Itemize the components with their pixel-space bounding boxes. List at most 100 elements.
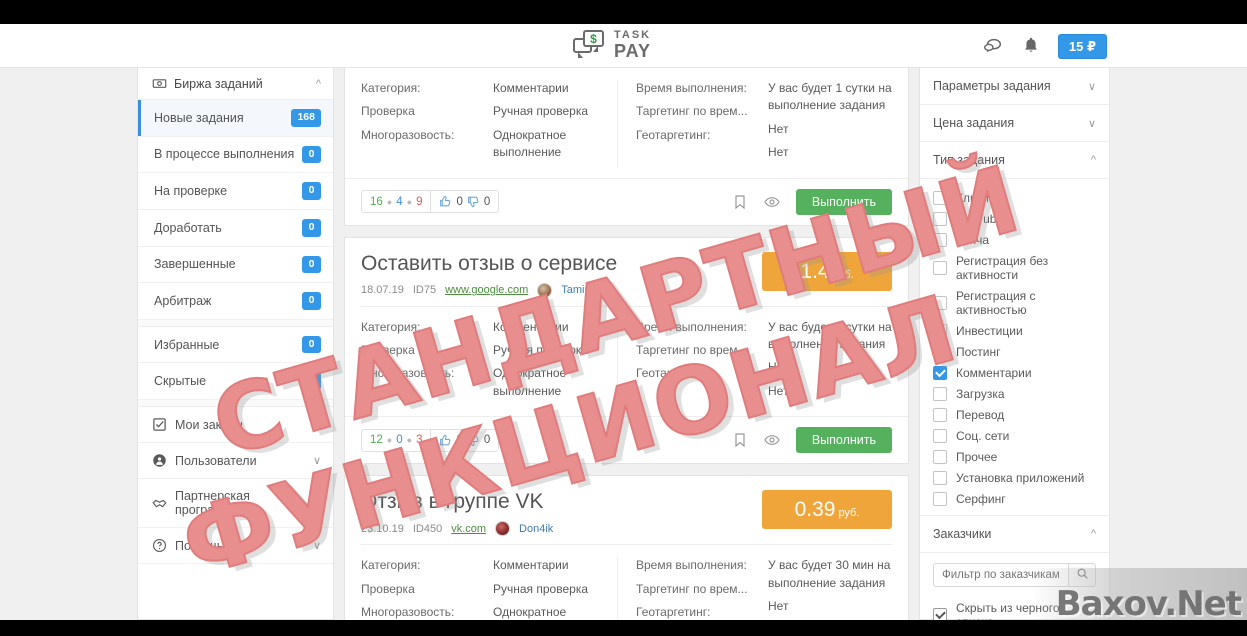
sidebar-item-label: Мои заказы <box>175 417 243 432</box>
sidebar-item-rework[interactable]: Доработать 0 <box>138 210 333 247</box>
filter-option-captcha[interactable]: Капча <box>933 229 1096 250</box>
task-card[interactable]: Отзыв в группе VK 23.10.19 ID450 vk.com … <box>344 475 909 620</box>
checkbox-icon[interactable] <box>933 295 947 310</box>
checkbox-icon[interactable] <box>933 407 947 422</box>
filter-option-investments[interactable]: Инвестиции <box>933 320 1096 341</box>
filter-option-label: Постинг <box>956 344 1001 359</box>
task-site-link[interactable]: vk.com <box>451 523 486 535</box>
checkbox-icon[interactable] <box>933 344 947 359</box>
eye-icon[interactable] <box>764 432 780 448</box>
sidebar-item-my-orders[interactable]: Мои заказы ∨ <box>138 407 333 444</box>
task-author[interactable]: Tamise88 <box>561 284 608 296</box>
thumbs-up-icon <box>439 195 452 208</box>
task-card[interactable]: Категория: Проверка Многоразовость: Комм… <box>344 68 909 226</box>
sidebar-item-on-review[interactable]: На проверке 0 <box>138 173 333 210</box>
filter-option-label: Инвестиции <box>956 323 1023 338</box>
filter-section-customers[interactable]: Заказчики ^ <box>920 515 1109 553</box>
task-site-link[interactable]: www.google.com <box>445 284 528 296</box>
task-card[interactable]: Оставить отзыв о сервисе 18.07.19 ID75 w… <box>344 236 909 465</box>
sidebar-item-help[interactable]: Помощь ∨ <box>138 528 333 565</box>
label-time: Время выполнения: <box>636 81 747 95</box>
bookmark-icon[interactable] <box>732 432 748 448</box>
sidebar-group-exchange[interactable]: Биржа заданий ^ <box>138 68 333 100</box>
sidebar-item-affiliate[interactable]: Партнерская программа ∨ <box>138 479 333 529</box>
filter-option-app-install[interactable]: Установка приложений <box>933 467 1096 488</box>
letterbox-top <box>0 0 1247 24</box>
price-currency: руб. <box>838 507 860 520</box>
sidebar-divider <box>138 400 333 408</box>
sidebar-item-completed[interactable]: Завершенные 0 <box>138 247 333 284</box>
sidebar-item-favorites[interactable]: Избранные 0 <box>138 327 333 364</box>
checkbox-icon[interactable] <box>933 386 947 401</box>
filter-option-surfing[interactable]: Серфинг <box>933 488 1096 509</box>
checkbox-icon[interactable] <box>933 260 947 275</box>
sidebar-item-new-tasks[interactable]: Новые задания 168 <box>138 100 333 137</box>
detail-keys: Категория: Проверка Многоразовость: <box>361 319 493 407</box>
balance-badge[interactable]: 15 ₽ <box>1057 33 1107 59</box>
filter-option-label: Перевод <box>956 407 1005 422</box>
value-repeat: Однократное выполнение <box>493 127 567 160</box>
checkbox-icon[interactable] <box>933 190 947 205</box>
stat-red: 3 <box>416 434 423 447</box>
filter-option-posting[interactable]: Постинг <box>933 341 1096 362</box>
task-author[interactable]: Don4ik <box>519 523 553 535</box>
chevron-down-icon: ∨ <box>312 419 321 432</box>
filter-option-registration-no-activity[interactable]: Регистрация без активности <box>933 250 1096 285</box>
task-votes[interactable]: 0 0 <box>430 429 498 451</box>
task-details: Категория: Проверка Многоразовость: Комм… <box>345 68 908 178</box>
sidebar-item-hidden[interactable]: Скрытые 0 <box>138 363 333 401</box>
checkbox-icon[interactable] <box>933 491 947 506</box>
label-time-target: Таргетинг по врем... <box>636 104 748 119</box>
checkbox-icon[interactable] <box>933 607 947 620</box>
sidebar-item-label: Помощь <box>175 538 224 553</box>
filter-option-translation[interactable]: Перевод <box>933 404 1096 425</box>
chevron-down-icon: ∨ <box>312 455 321 468</box>
filter-section-label: Тип задания <box>933 153 1005 167</box>
sidebar-item-count: 168 <box>291 109 321 127</box>
sidebar-item-users[interactable]: Пользователи ∨ <box>138 443 333 480</box>
do-task-button[interactable]: Выполнить <box>795 427 892 454</box>
checkbox-icon[interactable] <box>933 365 947 380</box>
label-time-target: Таргетинг по врем... <box>636 343 748 358</box>
task-price: 1.4 руб. <box>762 251 892 291</box>
task-price: 0.39 руб. <box>762 490 892 530</box>
filter-option-youtube[interactable]: YouTube <box>933 208 1096 229</box>
task-details-right: Время выполнения: Таргетинг по врем... Г… <box>617 318 892 407</box>
checkbox-icon[interactable] <box>933 428 947 443</box>
filters-sidebar: Параметры задания ∨ Цена задания ∨ Тип з… <box>919 68 1110 620</box>
filter-option-label: Капча <box>956 232 990 247</box>
do-task-button[interactable]: Выполнить <box>795 188 892 215</box>
filter-section-params[interactable]: Параметры задания ∨ <box>920 68 1109 105</box>
filter-option-registration-with-activity[interactable]: Регистрация с активностью <box>933 285 1096 320</box>
bookmark-icon[interactable] <box>732 194 748 210</box>
value-check: Ручная проверка <box>493 581 589 596</box>
filter-option-clicks[interactable]: Клики <box>933 187 1096 208</box>
checkbox-icon[interactable] <box>933 232 947 247</box>
sidebar-item-count: 0 <box>302 218 321 237</box>
bell-icon[interactable] <box>1020 35 1042 57</box>
sidebar-item-count: 0 <box>302 145 321 164</box>
stat-green: 16 <box>370 195 383 208</box>
checkbox-icon[interactable] <box>933 211 947 226</box>
task-votes[interactable]: 0 0 <box>430 191 498 213</box>
site-logo[interactable]: $ TASK PAY <box>573 30 651 60</box>
site-header: $ TASK PAY 15 ₽ <box>0 24 1247 68</box>
sidebar-item-count: 0 <box>302 335 321 354</box>
sidebar-item-in-progress[interactable]: В процессе выполнения 0 <box>138 137 333 174</box>
checkbox-icon[interactable] <box>933 323 947 338</box>
filter-section-type[interactable]: Тип задания ^ <box>920 142 1109 179</box>
eye-icon[interactable] <box>764 194 780 210</box>
value-time: У вас будет 1 сутки на выполнение задани… <box>768 319 892 352</box>
sidebar-item-count: 0 <box>302 372 321 391</box>
filter-option-upload[interactable]: Загрузка <box>933 383 1096 404</box>
filter-option-other[interactable]: Прочее <box>933 446 1096 467</box>
checkbox-icon[interactable] <box>933 449 947 464</box>
chat-icon[interactable] <box>982 35 1004 57</box>
filter-section-price[interactable]: Цена задания ∨ <box>920 105 1109 142</box>
filter-option-comments[interactable]: Комментарии <box>933 362 1096 383</box>
sidebar-item-arbitrage[interactable]: Арбитраж 0 <box>138 283 333 320</box>
checkbox-icon[interactable] <box>933 470 947 485</box>
filter-option-social[interactable]: Соц. сети <box>933 425 1096 446</box>
task-footer: 16 ● 4 ● 9 0 0 Выполнить <box>345 177 908 225</box>
label-category: Категория: <box>361 81 421 95</box>
